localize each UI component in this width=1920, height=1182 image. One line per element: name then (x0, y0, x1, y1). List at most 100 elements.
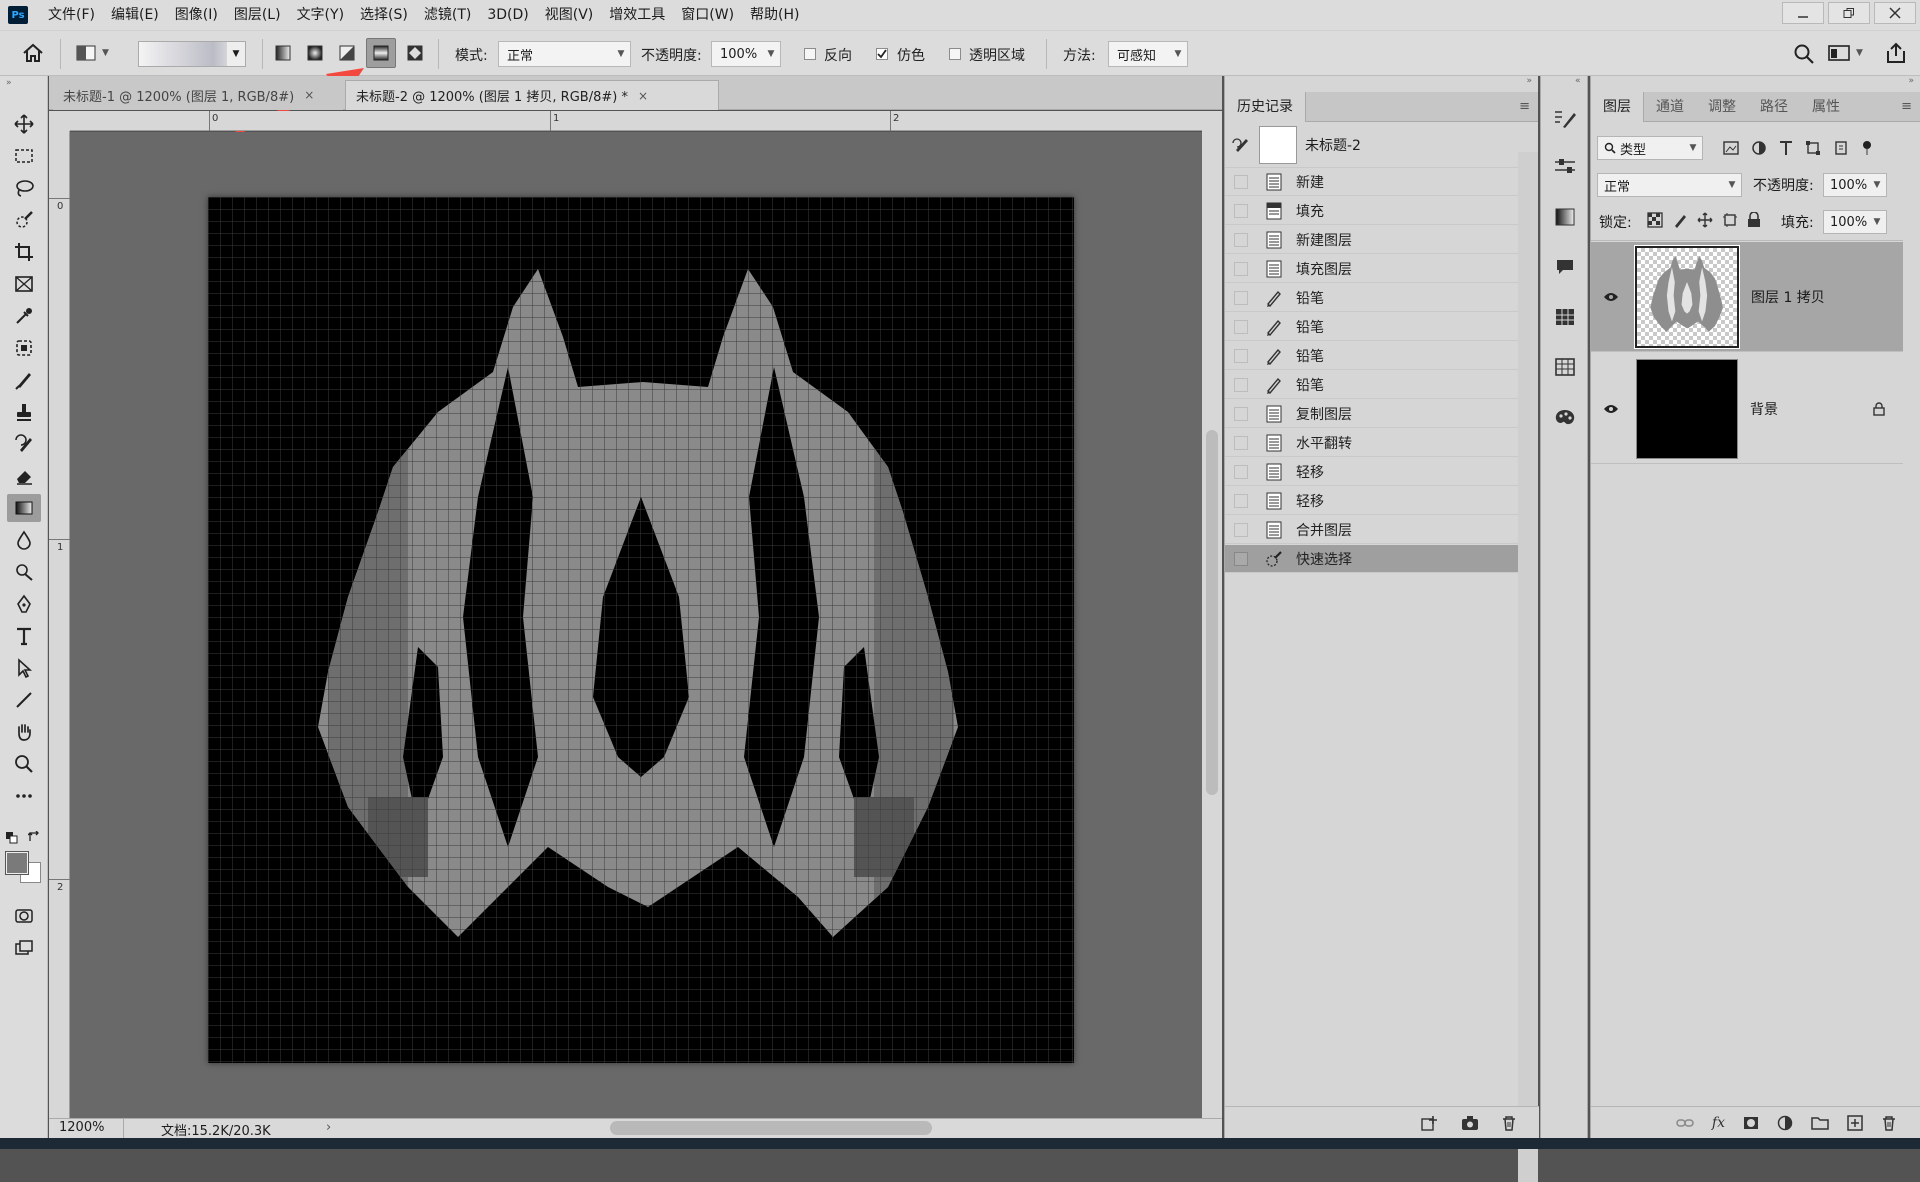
pixel-filter-icon[interactable] (1723, 141, 1739, 155)
layer-filter-dropdown[interactable]: 类型 ▼ (1597, 136, 1703, 160)
lock-pixels-icon[interactable] (1672, 212, 1688, 228)
adjustment-layer-icon[interactable] (1777, 1115, 1793, 1131)
layer-row-copy[interactable]: 图层 1 拷贝 (1591, 242, 1903, 352)
menu-window[interactable]: 窗口(W) (673, 0, 742, 30)
table-panel-button[interactable] (1552, 354, 1578, 380)
default-colors-button[interactable] (6, 832, 18, 844)
trash-icon[interactable] (1881, 1115, 1897, 1131)
vertical-scroll-thumb[interactable] (1206, 430, 1218, 795)
filter-toggle-icon[interactable] (1861, 140, 1873, 156)
eyedropper-tool[interactable] (7, 302, 41, 330)
lock-transparent-icon[interactable] (1647, 212, 1663, 228)
reverse-checkbox[interactable] (804, 48, 816, 60)
history-item[interactable]: 铅笔 (1225, 313, 1519, 341)
folder-icon[interactable] (1811, 1116, 1829, 1130)
character-panel-button[interactable] (1552, 304, 1578, 330)
collapse-icon[interactable]: » (1591, 76, 1920, 92)
swatches-panel-button[interactable] (1552, 404, 1578, 430)
dither-checkbox[interactable] (876, 48, 888, 60)
adjust-settings-button[interactable] (1552, 154, 1578, 180)
history-item-selected[interactable]: 快速选择 (1225, 545, 1519, 573)
new-layer-icon[interactable] (1847, 1114, 1863, 1131)
collapse-icon[interactable]: » (0, 76, 47, 88)
history-item[interactable]: 轻移 (1225, 487, 1519, 515)
menu-edit[interactable]: 编辑(E) (103, 0, 167, 30)
move-tool[interactable] (7, 110, 41, 138)
blend-mode-dropdown[interactable]: 正常 ▼ (1597, 173, 1742, 197)
history-item[interactable]: 铅笔 (1225, 371, 1519, 399)
menu-view[interactable]: 视图(V) (537, 0, 602, 30)
stamp-tool[interactable] (7, 398, 41, 426)
history-item[interactable]: 复制图层 (1225, 400, 1519, 428)
history-brush-tool[interactable] (7, 430, 41, 458)
mask-icon[interactable] (1743, 1116, 1759, 1130)
canvas-artwork[interactable] (208, 197, 1074, 1063)
workspace-button[interactable]: ▼ (1828, 44, 1863, 62)
tab-adjustments[interactable]: 调整 (1696, 92, 1748, 122)
history-item[interactable]: 合并图层 (1225, 516, 1519, 544)
close-icon[interactable]: × (638, 89, 648, 103)
home-button[interactable] (22, 43, 44, 63)
menu-plugins[interactable]: 增效工具 (601, 0, 673, 30)
blur-tool[interactable] (7, 526, 41, 554)
share-button[interactable] (1885, 42, 1907, 64)
new-document-from-state-icon[interactable] (1421, 1115, 1439, 1131)
restore-button[interactable] (1828, 2, 1870, 24)
lock-all-icon[interactable] (1747, 212, 1761, 228)
minimize-button[interactable] (1782, 2, 1824, 24)
hand-tool[interactable] (7, 718, 41, 746)
quick-selection-tool[interactable] (7, 206, 41, 234)
lasso-tool[interactable] (7, 174, 41, 202)
collapse-icon[interactable]: » (1225, 76, 1538, 92)
menu-select[interactable]: 选择(S) (352, 0, 416, 30)
eye-icon[interactable] (1603, 403, 1619, 415)
quick-mask-button[interactable] (7, 902, 41, 930)
lock-artboard-icon[interactable] (1722, 212, 1738, 228)
healing-tool[interactable] (7, 334, 41, 362)
search-button[interactable] (1793, 43, 1815, 65)
history-item[interactable]: 铅笔 (1225, 284, 1519, 312)
menu-file[interactable]: 文件(F) (40, 0, 103, 30)
history-item[interactable]: 新建 (1225, 168, 1519, 196)
transparency-checkbox[interactable] (949, 48, 961, 60)
history-item[interactable]: 轻移 (1225, 458, 1519, 486)
menu-image[interactable]: 图像(I) (167, 0, 226, 30)
screen-mode-button[interactable] (7, 934, 41, 962)
gradients-panel-button[interactable] (1552, 204, 1578, 230)
path-selection-tool[interactable] (7, 654, 41, 682)
swap-colors-button[interactable] (28, 831, 40, 843)
horizontal-scroll-thumb[interactable] (610, 1121, 932, 1135)
brush-tool[interactable] (7, 366, 41, 394)
menu-layer[interactable]: 图层(L) (226, 0, 289, 30)
smart-object-filter-icon[interactable] (1833, 140, 1849, 156)
tab-untitled-1[interactable]: 未标题-1 @ 1200% (图层 1, RGB/8#) × (53, 80, 343, 110)
history-item[interactable]: 水平翻转 (1225, 429, 1519, 457)
dodge-tool[interactable] (7, 558, 41, 586)
eraser-tool[interactable] (7, 462, 41, 490)
menu-type[interactable]: 文字(Y) (289, 0, 352, 30)
line-tool[interactable] (7, 686, 41, 714)
zoom-tool[interactable] (7, 750, 41, 778)
tool-preset-picker[interactable]: ▼ (76, 44, 109, 62)
tab-history[interactable]: 历史记录 (1225, 92, 1306, 122)
layer-opacity-input[interactable]: 100% ▼ (1823, 173, 1887, 197)
history-snapshot[interactable]: 未标题-2 (1225, 122, 1538, 168)
more-tools[interactable] (7, 782, 41, 810)
tab-untitled-2[interactable]: 未标题-2 @ 1200% (图层 1 拷贝, RGB/8#) * × (345, 80, 719, 110)
mode-dropdown[interactable]: 正常 ▼ (498, 41, 631, 67)
trash-icon[interactable] (1501, 1115, 1517, 1131)
history-item[interactable]: 填充图层 (1225, 255, 1519, 283)
shape-filter-icon[interactable] (1805, 140, 1821, 156)
fill-input[interactable]: 100% ▼ (1823, 210, 1887, 234)
menu-filter[interactable]: 滤镜(T) (416, 0, 479, 30)
camera-icon[interactable] (1461, 1115, 1479, 1131)
eye-icon[interactable] (1603, 291, 1619, 303)
crop-tool[interactable] (7, 238, 41, 266)
close-window-button[interactable] (1874, 2, 1916, 24)
zoom-level[interactable]: 1200% (59, 1120, 104, 1135)
pen-tool[interactable] (7, 590, 41, 618)
status-menu-arrow[interactable]: › (326, 1120, 331, 1135)
fx-icon[interactable]: fx (1712, 1115, 1725, 1131)
type-tool[interactable] (7, 622, 41, 650)
type-filter-icon[interactable] (1779, 140, 1793, 156)
